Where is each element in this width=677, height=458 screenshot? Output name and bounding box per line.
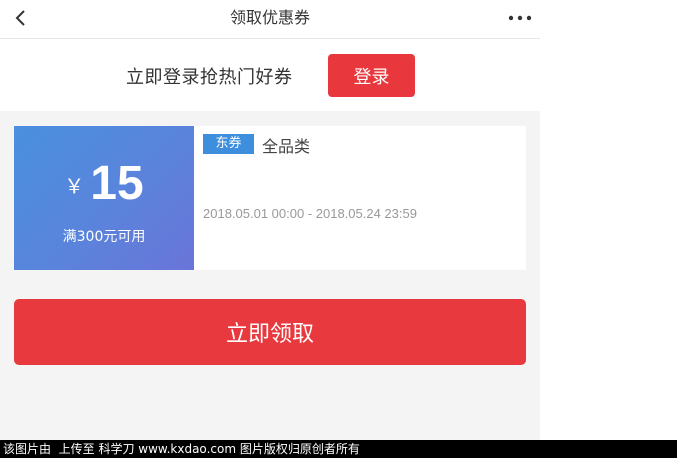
more-dots-icon [508, 15, 532, 21]
login-banner: 立即登录抢热门好券 登录 [0, 39, 540, 111]
more-button[interactable] [506, 8, 534, 28]
coupon-type-badge: 东券 [203, 134, 254, 154]
back-button[interactable] [8, 5, 34, 31]
coupon-page: 领取优惠券 立即登录抢热门好券 登录 ￥ 15 满300元可用 东券 全品类 20… [0, 0, 540, 440]
claim-coupon-button[interactable]: 立即领取 [14, 299, 526, 365]
chevron-left-icon [15, 10, 25, 26]
top-bar: 领取优惠券 [0, 0, 540, 39]
currency-symbol: ￥ [64, 174, 85, 198]
login-button[interactable]: 登录 [328, 54, 415, 97]
coupon-category: 全品类 [262, 137, 311, 156]
coupon-amount-value: 15 [90, 157, 144, 210]
coupon-condition: 满300元可用 [62, 229, 146, 245]
blank-area [540, 0, 677, 440]
coupon-amount: ￥ 15 [14, 156, 194, 211]
coupon-validity: 2018.05.01 00:00 - 2018.05.24 23:59 [203, 206, 417, 221]
login-prompt: 立即登录抢热门好券 [126, 67, 293, 88]
watermark-bar: 该图片由 上传至 科学刀 www.kxdao.com 图片版权归原创者所有 [0, 440, 677, 458]
coupon-card: ￥ 15 满300元可用 东券 全品类 2018.05.01 00:00 - 20… [11, 126, 526, 270]
page-title: 领取优惠券 [229, 8, 310, 27]
coupon-value-panel: ￥ 15 满300元可用 [11, 126, 194, 270]
